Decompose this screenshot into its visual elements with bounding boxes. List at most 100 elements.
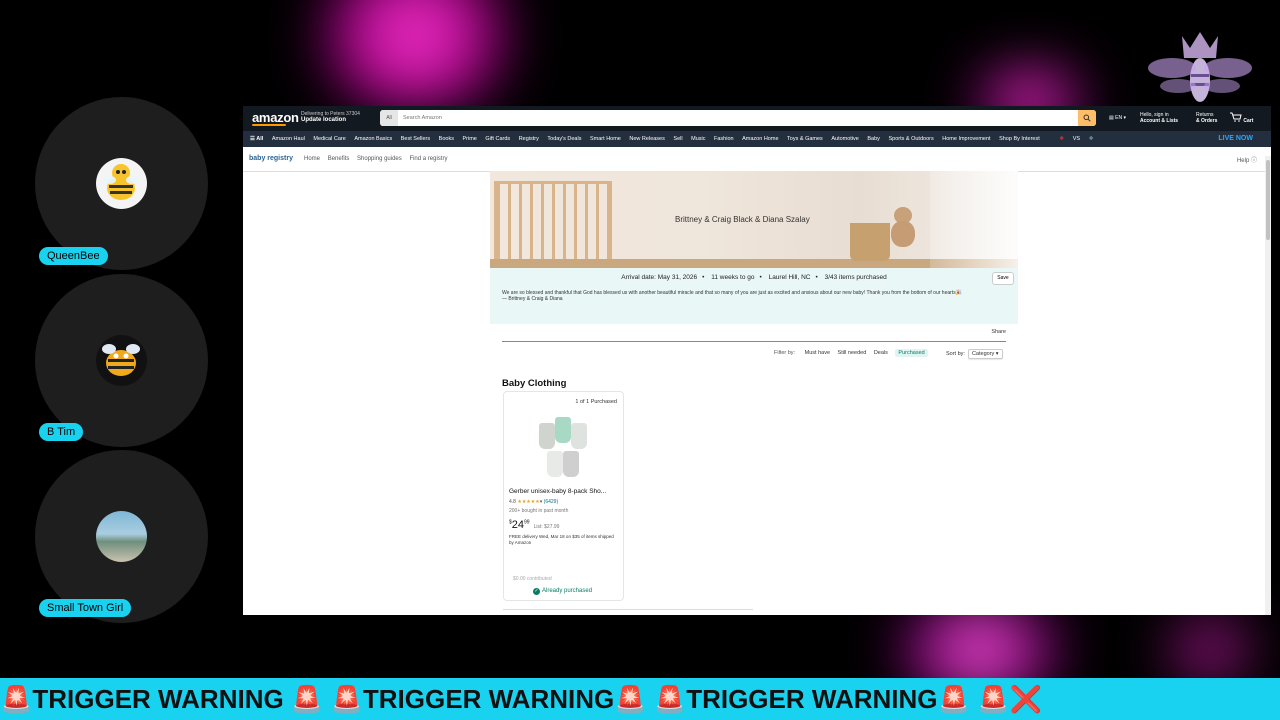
cart-button[interactable]: Cart [1230,112,1253,124]
save-button[interactable]: Save [992,272,1014,285]
category-heading: Baby Clothing [502,378,567,389]
ticker-text: 🚨TRIGGER WARNING 🚨 🚨TRIGGER WARNING🚨 🚨TR… [0,684,1042,714]
filter-label: Filter by: [774,350,796,356]
nav-item[interactable]: Music [691,136,705,142]
returns-orders[interactable]: Returns & Orders [1196,112,1217,124]
amazon-top-bar: amazon Delivering to Peters 37304 Update… [243,106,1271,131]
weeks-to-go: 11 weeks to go [711,274,755,281]
review-count: (6429) [543,499,559,505]
nav-item[interactable]: Baby [867,136,880,142]
registry-content: Brittney & Craig Black & Diana Szalay Ar… [490,171,1018,615]
cart-label: Cart [1243,118,1254,124]
nav-item[interactable]: Today's Deals [547,136,581,142]
registry-link-home[interactable]: Home [304,156,320,162]
onesie-illustration [563,451,579,477]
contribution-amount: $0.00 contributed [513,576,552,582]
filter-still-needed[interactable]: Still needed [838,350,867,356]
registry-info: Arrival date: May 31, 2026 • 11 weeks to … [490,268,1018,324]
product-price: $2499List: $27.99 [509,519,560,531]
nav-item[interactable]: Shop By Interest [999,136,1040,142]
sort-dropdown[interactable]: Category ▾ [967,349,1003,359]
nav-item[interactable]: Medical Care [313,136,345,142]
search-category-dropdown[interactable]: All [380,110,398,126]
nav-item-all[interactable]: ☰ All [250,136,263,142]
registry-links: Home Benefits Shopping guides Find a reg… [304,156,453,162]
filter-bar: Filter by: Must have Still needed Deals … [774,349,934,357]
scrollbar[interactable] [1265,156,1271,615]
live-now-banner[interactable]: LIVE NOW [1218,131,1253,147]
nav-item[interactable]: Books [439,136,454,142]
sort-control: Sort by: Category ▾ [946,349,1003,359]
shared-screen-window: amazon Delivering to Peters 37304 Update… [243,106,1271,615]
account-lists: Account & Lists [1140,118,1179,124]
scrollbar-thumb[interactable] [1266,160,1270,240]
amazon-logo[interactable]: amazon [252,110,299,126]
nav-item[interactable]: Sports & Outdoors [888,136,933,142]
registry-title: Brittney & Craig Black & Diana Szalay [675,215,810,224]
registry-link-guides[interactable]: Shopping guides [357,156,402,162]
baby-registry-brand[interactable]: baby registry [249,155,293,162]
rating-value: 4.8 [509,499,516,505]
nav-item[interactable]: Home Improvement [942,136,990,142]
nav-item[interactable]: Registry [519,136,539,142]
filter-must-have[interactable]: Must have [805,350,830,356]
nav-item[interactable]: Amazon Home [742,136,778,142]
team-logo-icon: ❖ [1088,136,1094,142]
product-image[interactable] [539,417,587,481]
search-bar: All Search Amazon [380,110,1096,126]
nav-item[interactable]: Amazon Haul [272,136,305,142]
flag-icon: ▤ [1109,115,1114,121]
curtain-illustration [930,171,1018,268]
search-icon [1083,114,1091,122]
filter-purchased[interactable]: Purchased [895,349,928,357]
nav-item[interactable]: New Releases [629,136,664,142]
account-menu[interactable]: Hello, sign in Account & Lists [1140,112,1178,124]
help-label: Help [1236,158,1250,164]
participant-tile[interactable] [35,97,208,270]
filter-deals[interactable]: Deals [874,350,888,356]
onesie-illustration [539,423,555,449]
bee-avatar-icon [96,158,147,209]
nav-item[interactable]: Prime [462,136,476,142]
crown-bee-logo-icon [1148,32,1252,102]
participant-name: B Tim [39,423,84,441]
gift-emoji: 🎉 [955,290,962,296]
nav-item[interactable]: Toys & Games [787,136,823,142]
sort-value: Category [971,351,995,357]
nav-item[interactable]: Fashion [714,136,734,142]
language-selector[interactable]: ▤ EN ▾ [1109,115,1126,121]
product-rating[interactable]: 4.8 ★★★★★▾ (6429) [509,499,558,505]
price-cents: 99 [524,519,530,526]
nav-item[interactable]: Gift Cards [485,136,510,142]
registry-link-benefits[interactable]: Benefits [328,156,350,162]
onesie-illustration [547,451,563,477]
location: Laurel Hill, NC [768,274,811,281]
background-glow [300,0,530,110]
amazon-nav-bar: ☰ All Amazon Haul Medical Care Amazon Ba… [243,131,1271,147]
registry-banner: Brittney & Craig Black & Diana Szalay [490,171,1018,268]
search-input[interactable]: Search Amazon [403,110,442,126]
help-link[interactable]: Help ⓘ [1237,155,1257,164]
share-button[interactable]: Share [991,329,1006,335]
language-label: EN [1115,115,1123,121]
nav-item[interactable]: Amazon Basics [354,136,392,142]
orders-label: & Orders [1196,118,1218,124]
divider [503,609,753,610]
onesie-illustration [571,423,587,449]
search-button[interactable] [1078,110,1096,126]
nav-item[interactable]: Best Sellers [401,136,430,142]
participant-tile[interactable] [35,274,208,447]
participant-tile[interactable] [35,450,208,623]
items-purchased: 3/43 items purchased [824,274,887,281]
purchase-count: 1 of 1 Purchased [575,399,617,405]
nav-item[interactable]: Smart Home [590,136,621,142]
nav-item[interactable]: Automotive [831,136,859,142]
nav-item[interactable]: Sell [673,136,682,142]
product-card[interactable]: 1 of 1 Purchased Gerber unisex-baby 8-pa… [503,391,624,601]
product-title[interactable]: Gerber unisex-baby 8-pack Sho... [509,488,621,495]
status-text: Already purchased [542,588,593,594]
registry-details: Arrival date: May 31, 2026 • 11 weeks to … [621,274,887,281]
registry-link-find[interactable]: Find a registry [409,156,447,162]
sort-label: Sort by: [946,351,965,357]
deliver-to[interactable]: Delivering to Peters 37304 Update locati… [301,111,360,123]
